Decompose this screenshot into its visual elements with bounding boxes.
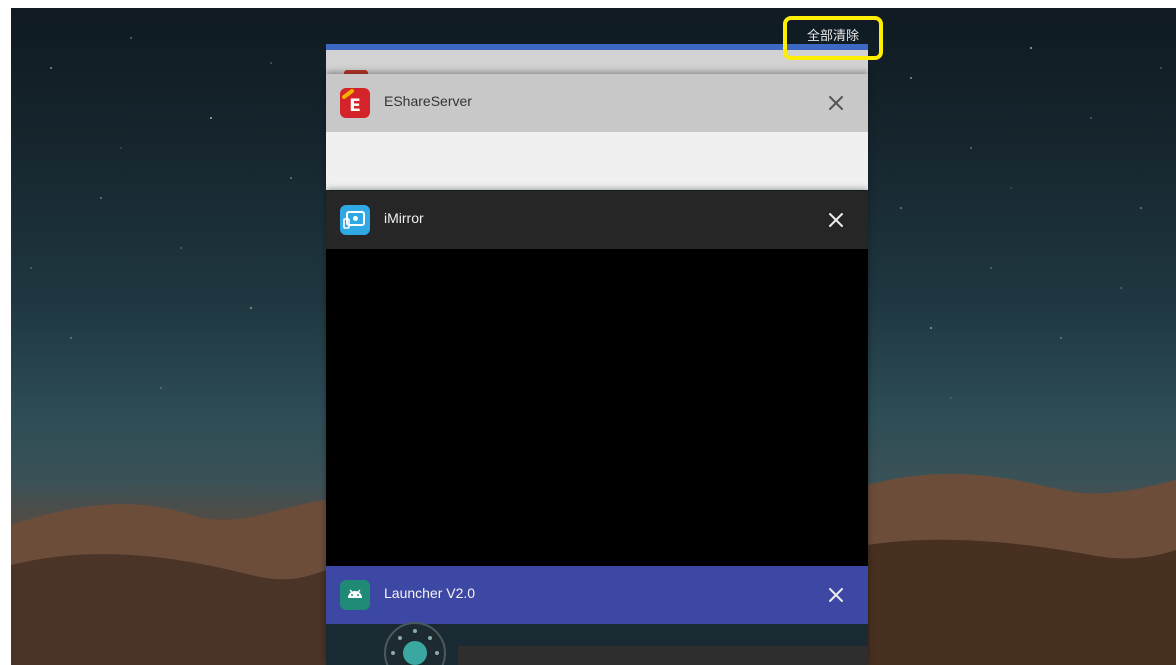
app-card-launcher[interactable]: Launcher V2.0	[326, 566, 868, 665]
preview-bar	[458, 646, 868, 665]
recent-apps-screen: E EShareServer iMirror Launcher V2.0	[11, 8, 1176, 665]
imirror-icon	[340, 205, 370, 235]
close-icon[interactable]	[822, 89, 850, 117]
app-title: iMirror	[384, 210, 424, 226]
app-card-imirror[interactable]: iMirror	[326, 191, 868, 567]
svg-text:E: E	[349, 96, 361, 116]
app-card-eshareserver[interactable]: E EShareServer	[326, 74, 868, 190]
card-header: iMirror	[326, 191, 868, 249]
eshare-icon: E	[340, 88, 370, 118]
android-icon	[340, 580, 370, 610]
card-header: E EShareServer	[326, 74, 868, 132]
clear-all-label: 全部清除	[806, 28, 859, 44]
clear-all-button[interactable]: 全部清除	[783, 16, 883, 60]
app-title: EShareServer	[384, 93, 472, 109]
card-header: Launcher V2.0	[326, 566, 868, 624]
close-icon[interactable]	[822, 206, 850, 234]
app-title: Launcher V2.0	[384, 585, 476, 601]
dial-icon	[384, 622, 446, 665]
recent-apps-stack: E EShareServer iMirror Launcher V2.0	[326, 8, 868, 665]
close-icon[interactable]	[822, 581, 850, 609]
